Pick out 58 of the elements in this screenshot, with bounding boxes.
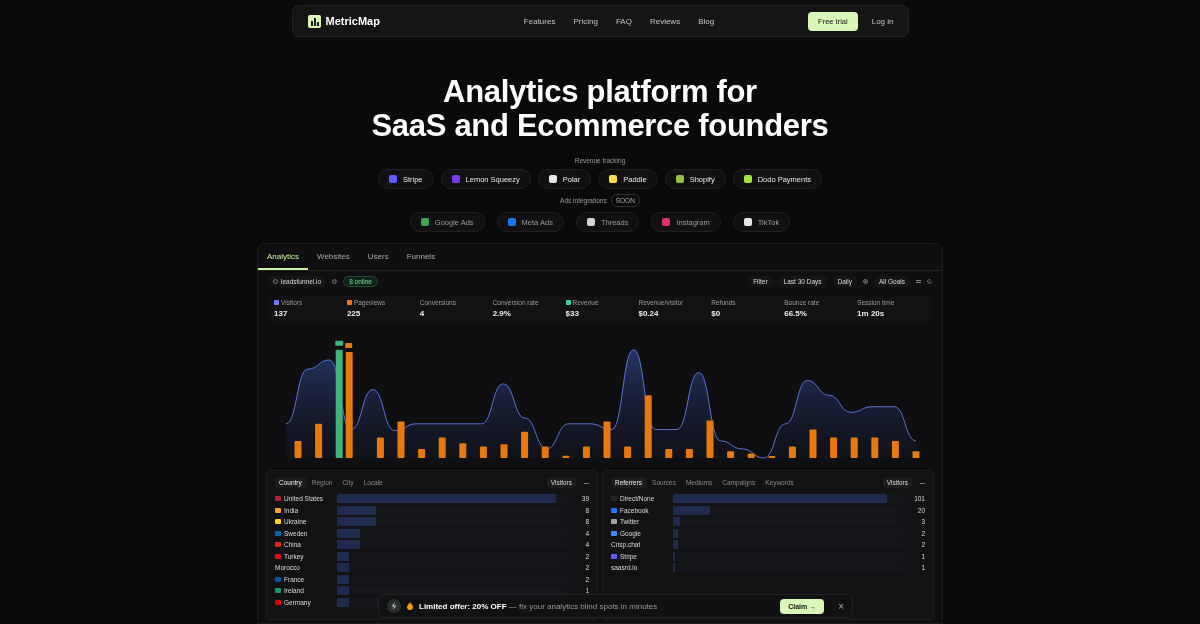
revenue-bar <box>500 444 508 458</box>
revenue-bar <box>562 455 570 458</box>
dashboard-tab[interactable]: Funnels <box>397 244 445 270</box>
revenue-bar <box>541 446 549 458</box>
revenue-bar <box>644 395 652 458</box>
metric-value: $0.24 <box>638 309 660 318</box>
revenue-bar <box>706 420 714 458</box>
revenue-bar <box>850 437 858 458</box>
metric-value: 137 <box>274 309 289 318</box>
revenue-bar <box>747 453 755 458</box>
revenue-bar <box>871 437 879 458</box>
bolt-icon <box>387 599 401 613</box>
dashboard-tab[interactable]: Analytics <box>258 244 308 270</box>
revenue-bar <box>912 451 920 458</box>
close-button[interactable]: × <box>838 600 844 612</box>
dashboard-tab[interactable]: Websites <box>308 244 359 270</box>
fire-icon <box>407 602 413 610</box>
revenue-bar <box>294 440 302 458</box>
revenue-bar <box>665 448 673 458</box>
metric-value: 66.5% <box>784 309 808 318</box>
dashboard-tab[interactable]: Users <box>358 244 398 270</box>
revenue-bar <box>521 431 529 458</box>
revenue-bar <box>809 429 817 458</box>
revenue-bar <box>830 437 838 458</box>
revenue-bar <box>788 446 796 458</box>
revenue-bar <box>727 451 735 458</box>
revenue-bar <box>459 443 467 458</box>
metric-value: 1m 20s <box>857 309 886 318</box>
revenue-bar <box>603 421 611 458</box>
revenue-bar <box>376 437 384 458</box>
brand-name: MetricMap <box>325 15 380 27</box>
revenue-bar <box>315 423 323 458</box>
revenue-bar <box>418 448 426 458</box>
revenue-bar <box>891 440 899 458</box>
nav-link[interactable]: FAQ <box>615 16 632 26</box>
login-link[interactable]: Log in <box>871 16 894 26</box>
bar-chart-logo-icon <box>307 14 321 28</box>
target-icon[interactable] <box>863 278 868 284</box>
revenue-bar <box>438 437 446 458</box>
list-icon[interactable] <box>916 278 921 284</box>
metric-value: 4 <box>419 309 426 318</box>
metric-value: 225 <box>346 309 362 318</box>
refresh-icon[interactable] <box>927 278 932 284</box>
metric-value: $0 <box>711 309 722 318</box>
nav-link[interactable]: Reviews <box>649 16 681 26</box>
nav-link[interactable]: Pricing <box>573 16 598 26</box>
metric-value: 2.9% <box>492 309 512 318</box>
hero-title: Analytics platform for SaaS and Ecommerce founders <box>371 75 829 143</box>
revenue-bar <box>479 446 487 458</box>
revenue-bar <box>624 446 632 458</box>
globe-icon <box>273 278 278 284</box>
nav-link[interactable]: Features <box>523 16 556 26</box>
offer-text: Limited offer: 20% OFF — fix your analytics blind spots in minutes <box>419 601 658 611</box>
metric-value: $33 <box>565 309 580 318</box>
revenue-bar <box>582 446 590 458</box>
nav-link[interactable]: Blog <box>698 16 715 26</box>
revenue-bar <box>685 448 693 458</box>
revenue-bar <box>397 421 405 458</box>
